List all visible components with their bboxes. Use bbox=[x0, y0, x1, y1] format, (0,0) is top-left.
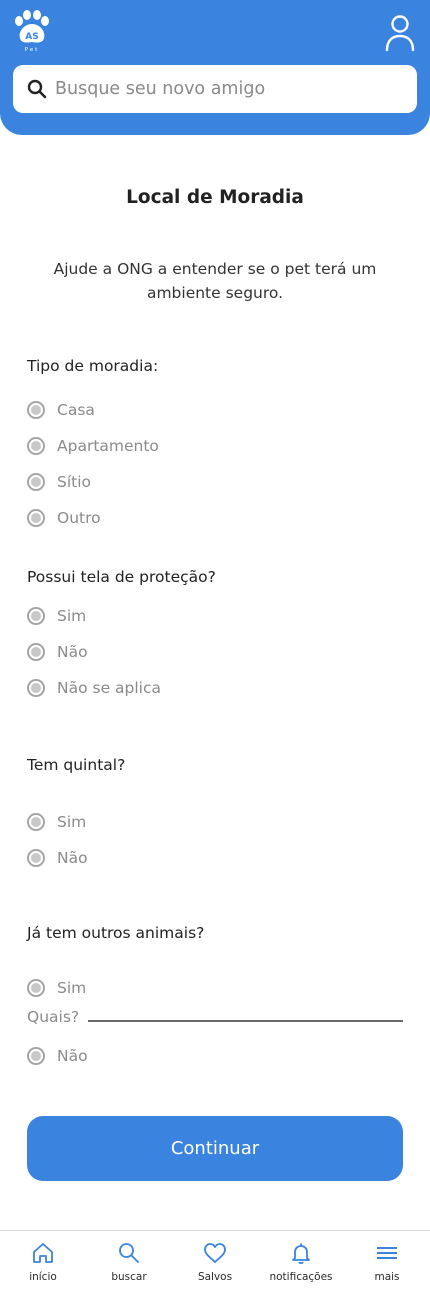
nav-label: Salvos bbox=[197, 1271, 233, 1283]
search-input[interactable] bbox=[55, 79, 395, 99]
nav-item-notifications[interactable]: notificações bbox=[258, 1231, 344, 1292]
menu-icon bbox=[377, 1247, 397, 1259]
option-label: Não bbox=[57, 643, 88, 661]
search-icon bbox=[27, 79, 47, 99]
radio-button[interactable] bbox=[27, 509, 45, 527]
option-label: Outro bbox=[57, 509, 101, 527]
home-icon bbox=[33, 1243, 53, 1263]
nav-item-saved[interactable]: Salvos bbox=[172, 1231, 258, 1292]
app-header: AS Pet bbox=[0, 0, 430, 135]
option-quintal-sim[interactable]: Sim bbox=[27, 812, 86, 832]
option-label: Casa bbox=[57, 401, 95, 419]
nav-label: mais bbox=[374, 1271, 400, 1283]
search-bar[interactable] bbox=[13, 65, 417, 113]
heart-icon bbox=[204, 1243, 226, 1263]
nav-item-search[interactable]: buscar bbox=[86, 1231, 172, 1292]
page-title: Local de Moradia bbox=[126, 187, 304, 208]
nav-label: início bbox=[29, 1271, 57, 1283]
nav-label: buscar bbox=[111, 1271, 147, 1283]
bell-icon bbox=[292, 1243, 310, 1265]
option-sitio[interactable]: Sítio bbox=[27, 472, 91, 492]
option-label: Sítio bbox=[57, 473, 92, 491]
paw-logo-icon[interactable]: AS Pet bbox=[12, 10, 52, 54]
option-label: Apartamento bbox=[57, 437, 159, 455]
option-animais-sim[interactable]: Sim bbox=[27, 978, 86, 998]
question-yard: Tem quintal? bbox=[27, 756, 126, 774]
radio-button[interactable] bbox=[27, 1047, 45, 1065]
radio-button[interactable] bbox=[27, 813, 45, 831]
question-housing-type: Tipo de moradia: bbox=[27, 357, 159, 375]
option-animais-nao[interactable]: Não bbox=[27, 1046, 88, 1066]
option-outro[interactable]: Outro bbox=[27, 508, 101, 528]
bottom-navigation: início buscar Salvos notificações mais bbox=[0, 1230, 430, 1292]
option-label: Sim bbox=[57, 813, 87, 831]
search-icon bbox=[119, 1243, 139, 1263]
option-label: Sim bbox=[57, 607, 87, 625]
radio-button[interactable] bbox=[27, 401, 45, 419]
continue-button[interactable]: Continuar bbox=[27, 1116, 403, 1181]
option-label: Não bbox=[57, 1047, 88, 1065]
question-other-animals: Já tem outros animais? bbox=[27, 924, 205, 942]
svg-text:AS: AS bbox=[25, 32, 38, 42]
user-profile-icon[interactable] bbox=[384, 14, 416, 52]
option-tela-nao[interactable]: Não bbox=[27, 642, 88, 662]
page-subtitle: Ajude a ONG a entender se o pet terá um … bbox=[53, 260, 377, 302]
radio-button[interactable] bbox=[27, 849, 45, 867]
option-casa[interactable]: Casa bbox=[27, 400, 95, 420]
which-animals-input[interactable] bbox=[88, 1020, 403, 1022]
option-tela-sim[interactable]: Sim bbox=[27, 606, 86, 626]
option-tela-nao-se-aplica[interactable]: Não se aplica bbox=[27, 678, 161, 698]
nav-item-more[interactable]: mais bbox=[344, 1231, 430, 1292]
radio-button[interactable] bbox=[27, 437, 45, 455]
radio-button[interactable] bbox=[27, 643, 45, 661]
option-label: Não bbox=[57, 849, 88, 867]
radio-button[interactable] bbox=[27, 607, 45, 625]
option-quintal-nao[interactable]: Não bbox=[27, 848, 88, 868]
which-animals-label: Quais? bbox=[27, 1008, 80, 1026]
radio-button[interactable] bbox=[27, 679, 45, 697]
option-label: Sim bbox=[57, 979, 87, 997]
radio-button[interactable] bbox=[27, 473, 45, 491]
which-animals-field: Quais? bbox=[27, 1008, 403, 1026]
nav-label: notificações bbox=[269, 1271, 333, 1283]
option-label: Não se aplica bbox=[57, 679, 162, 697]
svg-text:Pet: Pet bbox=[25, 47, 40, 53]
option-apartamento[interactable]: Apartamento bbox=[27, 436, 159, 456]
question-protection-screen: Possui tela de proteção? bbox=[27, 568, 216, 586]
nav-item-home[interactable]: início bbox=[0, 1231, 86, 1292]
radio-button[interactable] bbox=[27, 979, 45, 997]
